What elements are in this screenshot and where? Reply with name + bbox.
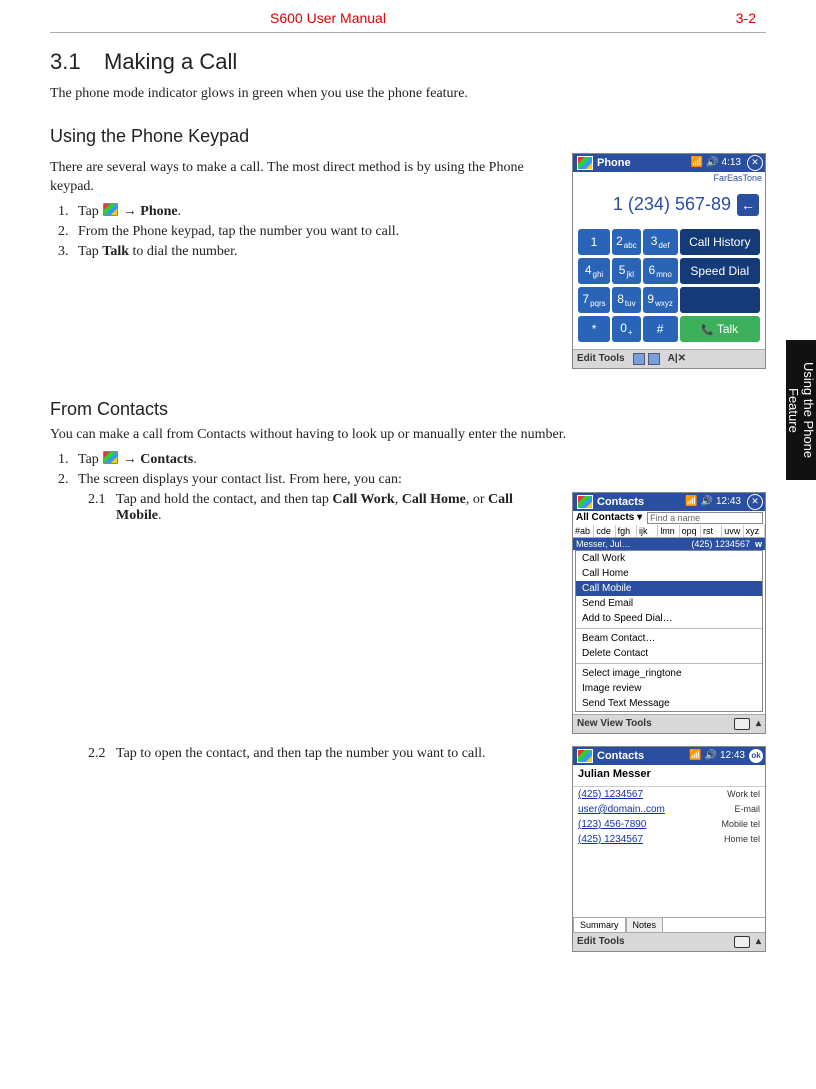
contacts-intro: You can make a call from Contacts withou…: [50, 426, 766, 445]
key-9[interactable]: 9wxyz: [643, 287, 678, 313]
start-icon: [103, 203, 118, 216]
close-icon[interactable]: ✕: [747, 155, 763, 171]
status-icons: 📶🔊4:13: [691, 157, 741, 168]
input-mode-indicator: A|✕: [668, 353, 686, 364]
key-5[interactable]: 5jkl: [612, 258, 641, 284]
bottom-menu[interactable]: Edit Tools: [577, 936, 625, 947]
menu-item[interactable]: Send Text Message: [576, 696, 762, 711]
key-2[interactable]: 2abc: [612, 229, 641, 255]
key-1[interactable]: 1: [578, 229, 610, 255]
substep-text: Tap to open the contact, and then tap th…: [116, 746, 766, 960]
status-icons: 📶🔊12:43: [685, 496, 741, 507]
tab-notes[interactable]: Notes: [626, 917, 664, 932]
side-tab: Using the Phone Feature: [786, 340, 816, 480]
talk-button[interactable]: 📞Talk: [680, 316, 760, 342]
alpha-filter[interactable]: opq: [680, 525, 701, 537]
contact-field[interactable]: (425) 1234567Work tel: [573, 787, 765, 802]
status-icons: 📶🔊12:43: [689, 750, 745, 761]
doc-title: S600 User Manual: [270, 10, 386, 26]
key-7[interactable]: 7pqrs: [578, 287, 610, 313]
alpha-filter[interactable]: lmn: [658, 525, 679, 537]
menu-item[interactable]: Call Work: [576, 551, 762, 566]
contact-row-name[interactable]: Messer, Jul…: [576, 539, 631, 549]
start-icon: [103, 451, 118, 464]
tab-summary[interactable]: Summary: [573, 917, 626, 932]
key-8[interactable]: 8tuv: [612, 287, 641, 313]
key-4[interactable]: 4ghi: [578, 258, 610, 284]
alpha-filter[interactable]: #ab: [573, 525, 594, 537]
blank-button: [680, 287, 760, 313]
ok-button[interactable]: ok: [749, 749, 763, 763]
window-title: Contacts: [597, 496, 681, 508]
menu-item[interactable]: Add to Speed Dial…: [576, 611, 762, 626]
section-intro: The phone mode indicator glows in green …: [50, 85, 766, 104]
window-title: Contacts: [597, 750, 685, 762]
start-icon[interactable]: [577, 156, 593, 170]
alpha-filter[interactable]: cde: [594, 525, 615, 537]
contacts-step-1: Tap → Contacts.: [72, 451, 766, 468]
up-icon[interactable]: ▴: [756, 936, 761, 947]
menu-item[interactable]: Image review: [576, 681, 762, 696]
detail-tabs: Summary Notes: [573, 917, 765, 932]
alpha-filter[interactable]: uvw: [722, 525, 743, 537]
step-3: Tap Talk to dial the number.: [72, 244, 554, 260]
contact-field[interactable]: (123) 456-7890Mobile tel: [573, 817, 765, 832]
page-number: 3-2: [736, 10, 756, 26]
key-6[interactable]: 6mno: [643, 258, 678, 284]
substep-number: 2.2: [88, 746, 116, 960]
bottom-menu[interactable]: New View Tools: [577, 718, 652, 729]
key-3[interactable]: 3def: [643, 229, 678, 255]
screenshot-phone-keypad: Phone 📶🔊4:13 ✕ FarEasTone 1 (234) 567-89…: [572, 153, 766, 369]
menu-item[interactable]: Send Email: [576, 596, 762, 611]
step-1: Tap → Phone.: [72, 203, 554, 220]
menu-item[interactable]: Beam Contact…: [576, 631, 762, 646]
alpha-filter[interactable]: rst: [701, 525, 722, 537]
context-menu: Call WorkCall HomeCall MobileSend EmailA…: [575, 550, 763, 712]
contact-name: Julian Messer: [573, 765, 765, 787]
subheading-contacts: From Contacts: [50, 399, 766, 420]
edit-menu[interactable]: Edit Tools: [577, 353, 625, 364]
key-hash[interactable]: #: [643, 316, 678, 342]
start-icon[interactable]: [577, 749, 593, 763]
toolbar-icons[interactable]: [633, 353, 660, 365]
contacts-step-2: The screen displays your contact list. F…: [72, 472, 766, 960]
step-2: From the Phone keypad, tap the number yo…: [72, 224, 554, 240]
find-input[interactable]: Find a name: [647, 512, 763, 524]
contacts-filter[interactable]: All Contacts ▾: [573, 511, 645, 525]
key-0[interactable]: 0+: [612, 316, 641, 342]
screenshot-contact-detail: Contacts 📶🔊12:43 ok Julian Messer (425) …: [572, 746, 766, 952]
start-icon[interactable]: [577, 495, 593, 509]
substep-number: 2.1: [88, 492, 116, 742]
keypad: 1 2abc 3def Call History 4ghi 5jkl 6mno …: [573, 226, 765, 349]
alpha-filter[interactable]: fgh: [616, 525, 637, 537]
header-rule: [50, 32, 766, 33]
keypad-intro: There are several ways to make a call. T…: [50, 159, 554, 197]
carrier-label: FarEasTone: [573, 172, 765, 184]
key-star[interactable]: *: [578, 316, 610, 342]
close-icon[interactable]: ✕: [747, 494, 763, 510]
dialed-number: 1 (234) 567-89: [613, 194, 731, 215]
keyboard-icon[interactable]: [734, 718, 750, 730]
alpha-filter[interactable]: xyz: [744, 525, 765, 537]
substep-text: Tap and hold the contact, and then tap C…: [116, 492, 766, 742]
backspace-button[interactable]: ←: [737, 194, 759, 216]
section-heading: 3.1Making a Call: [50, 49, 766, 75]
contact-field[interactable]: user@domain..comE-mail: [573, 802, 765, 817]
up-icon[interactable]: ▴: [756, 718, 761, 729]
speed-dial-button[interactable]: Speed Dial: [680, 258, 760, 284]
menu-item[interactable]: Delete Contact: [576, 646, 762, 661]
menu-item[interactable]: Call Mobile: [576, 581, 762, 596]
menu-item[interactable]: Select image_ringtone: [576, 666, 762, 681]
subheading-keypad: Using the Phone Keypad: [50, 126, 766, 147]
menu-item[interactable]: Call Home: [576, 566, 762, 581]
contact-field[interactable]: (425) 1234567Home tel: [573, 832, 765, 847]
window-title: Phone: [597, 157, 687, 169]
alpha-filter[interactable]: ijk: [637, 525, 658, 537]
keyboard-icon[interactable]: [734, 936, 750, 948]
call-history-button[interactable]: Call History: [680, 229, 760, 255]
screenshot-contacts-menu: Contacts 📶🔊12:43 ✕ All Contacts ▾ Find a…: [572, 492, 766, 734]
